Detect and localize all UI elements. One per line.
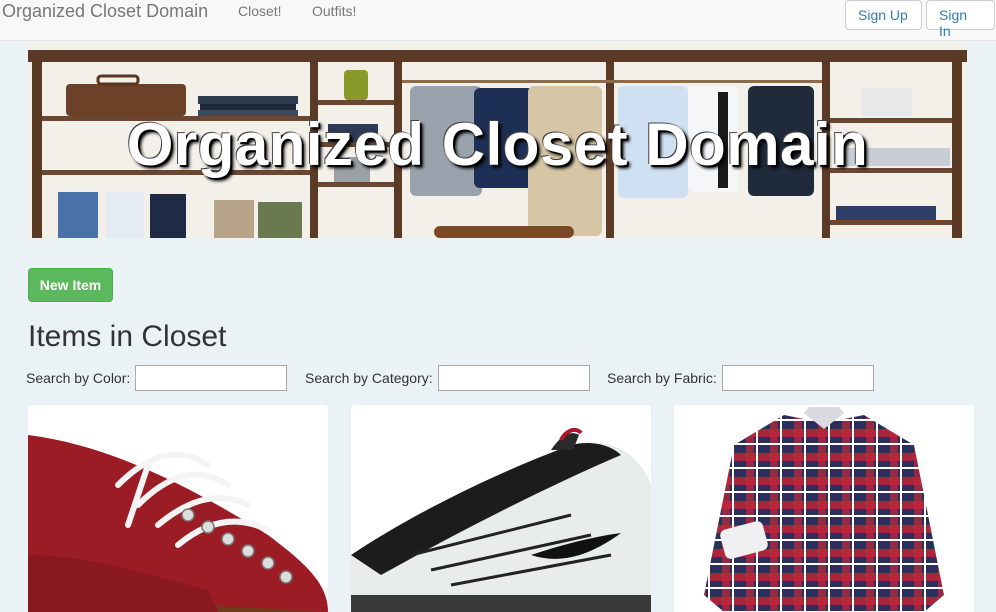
search-color-label: Search by Color: xyxy=(26,370,131,386)
hero-title: Organized Closet Domain xyxy=(126,111,869,178)
closet-item-card[interactable] xyxy=(674,405,974,612)
navbar: Organized Closet Domain Closet! Outfits!… xyxy=(0,0,996,41)
red-shoe-image xyxy=(28,405,328,612)
hero-banner: Organized Closet Domain xyxy=(28,42,967,238)
sign-in-button[interactable]: Sign In xyxy=(926,0,995,39)
new-item-button[interactable]: New Item xyxy=(28,268,113,302)
search-color-input[interactable] xyxy=(135,365,287,391)
sneaker-image xyxy=(351,405,651,612)
search-category-label: Search by Category: xyxy=(305,370,433,386)
search-fabric-input[interactable] xyxy=(722,365,874,391)
closet-item-card[interactable] xyxy=(28,405,328,612)
sign-up-button[interactable]: Sign Up xyxy=(845,0,922,30)
nav-link-closet[interactable]: Closet! xyxy=(238,3,282,19)
search-category-input[interactable] xyxy=(438,365,590,391)
nav-link-outfits[interactable]: Outfits! xyxy=(312,3,356,19)
plaid-shirt-image xyxy=(674,405,974,612)
brand-link[interactable]: Organized Closet Domain xyxy=(2,1,208,22)
closet-heading: Items in Closet xyxy=(28,320,227,353)
search-fabric-label: Search by Fabric: xyxy=(607,370,717,386)
closet-item-card[interactable] xyxy=(351,405,651,612)
